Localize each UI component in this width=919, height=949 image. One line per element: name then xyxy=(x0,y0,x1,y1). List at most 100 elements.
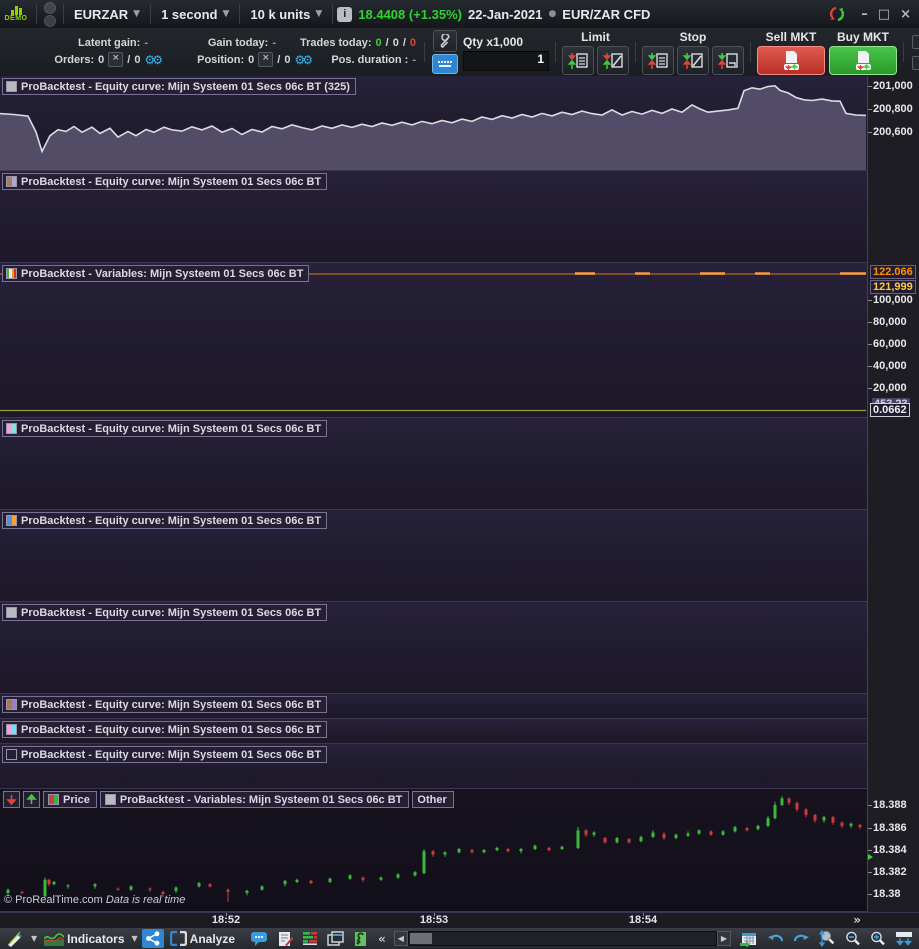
orderbook-button[interactable] xyxy=(299,929,321,948)
panel-title: ProBacktest - Equity curve: Mijn Systeem… xyxy=(21,80,350,93)
chart-settings-button[interactable] xyxy=(350,929,372,948)
axis-tick xyxy=(868,388,872,389)
divider xyxy=(150,4,152,24)
trading-toolbar: Latent gain: - Gain today: - Trades toda… xyxy=(0,28,919,77)
buy-mkt-label: Buy MKT xyxy=(837,30,889,44)
panel-title: ProBacktest - Equity curve: Mijn Systeem… xyxy=(21,422,322,435)
redo-button[interactable] xyxy=(790,929,813,948)
tab-variables[interactable]: ProBacktest - Variables: Mijn Systeem 01… xyxy=(99,791,410,808)
undo-button[interactable] xyxy=(764,929,787,948)
zoom-vertical-button[interactable] xyxy=(816,929,839,948)
qty-input[interactable]: 1 xyxy=(463,50,549,71)
trades-won: 0 xyxy=(375,37,382,49)
trailing-checkbox[interactable] xyxy=(912,34,919,49)
sell-order-icon xyxy=(784,51,799,70)
order-settings-button[interactable] xyxy=(433,30,457,52)
share-button[interactable] xyxy=(141,929,164,948)
cancel-orders-icon[interactable]: × xyxy=(108,52,124,67)
panel-tab-3[interactable]: ProBacktest - Variables: Mijn Systeem 01… xyxy=(2,265,310,282)
calendar-button[interactable] xyxy=(736,929,761,948)
sync-icon[interactable] xyxy=(827,4,847,24)
limit-order-button-2[interactable] xyxy=(597,46,629,75)
chat-button[interactable] xyxy=(247,929,271,948)
divider xyxy=(36,4,37,24)
panel-tab-7[interactable]: ProBacktest - Equity curve: Mijn Systeem… xyxy=(2,696,328,713)
tab-price[interactable]: Price xyxy=(43,791,97,808)
symbol-dropdown[interactable]: EURZAR ▼ xyxy=(68,7,146,22)
chart-area[interactable]: ProBacktest - Equity curve: Mijn Systeem… xyxy=(0,76,919,928)
timeframe-dropdown[interactable]: 1 second ▼ xyxy=(155,7,235,22)
green-up-arrow-icon xyxy=(26,794,37,804)
accounts-toggle-icon[interactable] xyxy=(41,1,59,27)
draw-tool-button[interactable] xyxy=(3,929,27,948)
chevron-down-icon: ▼ xyxy=(133,9,141,19)
bottom-toolbar: ▼ Indicators ▼ Analyze « ◀ ▶ xyxy=(0,927,919,949)
windows-button[interactable] xyxy=(324,929,347,948)
demo-label: DEMO xyxy=(4,15,28,22)
analyze-brackets-icon xyxy=(169,931,187,946)
price-axis-column[interactable]: 201,000 200,800 200,600 122.066 121,999 100,0… xyxy=(867,76,919,912)
buy-mkt-button[interactable] xyxy=(829,46,897,75)
sell-mkt-button[interactable] xyxy=(757,46,825,75)
panel-tab-5[interactable]: ProBacktest - Equity curve: Mijn Systeem… xyxy=(2,512,328,529)
panel-tab-1[interactable]: ProBacktest - Equity curve: Mijn Systeem… xyxy=(2,78,356,95)
axis-label: 0.0662 xyxy=(870,403,910,417)
minimize-button[interactable]: – xyxy=(861,7,868,22)
panel-plot[interactable] xyxy=(0,263,867,418)
panel-tab-8[interactable]: ProBacktest - Equity curve: Mijn Systeem… xyxy=(2,721,328,738)
close-button[interactable]: × xyxy=(900,7,911,22)
sell-arrow-button[interactable] xyxy=(3,791,20,808)
stop-order-button-2[interactable] xyxy=(677,46,709,75)
panel-tab-6[interactable]: ProBacktest - Equity curve: Mijn Systeem… xyxy=(2,604,328,621)
close-position-icon[interactable]: × xyxy=(258,52,274,67)
keypad-button[interactable] xyxy=(432,54,458,74)
chat-bubble-icon xyxy=(251,932,268,946)
scrollbar-track[interactable] xyxy=(407,931,717,946)
analyze-button[interactable]: Analyze xyxy=(167,929,238,948)
panel-tab-9[interactable]: ProBacktest - Equity curve: Mijn Systeem… xyxy=(2,746,328,763)
indicators-label: Indicators xyxy=(67,931,125,946)
notes-button[interactable] xyxy=(274,929,296,948)
indicators-caret[interactable]: ▼ xyxy=(131,934,139,943)
units-dropdown[interactable]: 10 k units ▼ xyxy=(244,7,328,22)
scroll-left-button[interactable]: ◀ xyxy=(393,931,408,946)
reduce-panels-button[interactable] xyxy=(892,929,916,948)
indicators-button[interactable]: Indicators xyxy=(41,929,127,948)
limit-order-button-1[interactable] xyxy=(562,46,594,75)
qty-label: Qty x1,000 xyxy=(463,34,524,49)
axis-tick xyxy=(868,322,872,323)
tab-other[interactable]: Other xyxy=(412,791,454,808)
draw-tool-caret[interactable]: ▼ xyxy=(30,934,38,943)
trade-info: Latent gain: - Gain today: - Trades toda… xyxy=(54,37,416,67)
limit-order-icon xyxy=(567,52,588,69)
zoom-out-button[interactable] xyxy=(842,929,864,948)
orders-settings-icon[interactable]: ⚙⚙ xyxy=(144,54,162,66)
axis-tick xyxy=(868,109,872,110)
scrollbar-thumb[interactable] xyxy=(409,933,432,944)
time-axis-forward-button[interactable]: » xyxy=(853,913,861,927)
time-axis[interactable]: » 18:52 18:53 18:54 xyxy=(0,912,919,928)
indicator-swatch-icon xyxy=(6,699,17,710)
zoom-in-button[interactable] xyxy=(867,929,889,948)
axis-label: 40,000 xyxy=(873,360,907,372)
copyright-note: © ProRealTime.com Data is real time xyxy=(4,894,185,906)
instrument-name: EUR/ZAR CFD xyxy=(562,6,651,22)
collapse-toolbar-button[interactable]: « xyxy=(375,932,389,946)
axis-label: 60,000 xyxy=(873,338,907,350)
panel-tab-2[interactable]: ProBacktest - Equity curve: Mijn Systeem… xyxy=(2,173,328,190)
info-icon[interactable]: i xyxy=(337,6,353,22)
stop-checkbox[interactable] xyxy=(912,55,919,70)
horizontal-scrollbar[interactable]: ◀ ▶ xyxy=(393,931,731,946)
panel-title: ProBacktest - Variables: Mijn Systeem 01… xyxy=(21,267,304,280)
stop-order-button-1[interactable] xyxy=(642,46,674,75)
panel-tab-4[interactable]: ProBacktest - Equity curve: Mijn Systeem… xyxy=(2,420,328,437)
stop-order-button-3[interactable] xyxy=(712,46,744,75)
last-price-marker xyxy=(868,854,873,860)
panel-title: ProBacktest - Equity curve: Mijn Systeem… xyxy=(21,606,322,619)
orders-count2: 0 xyxy=(134,53,141,66)
divider xyxy=(239,4,241,24)
position-settings-icon[interactable]: ⚙⚙ xyxy=(294,54,312,66)
maximize-button[interactable]: □ xyxy=(878,7,890,22)
scroll-right-button[interactable]: ▶ xyxy=(717,931,731,946)
buy-arrow-button[interactable] xyxy=(23,791,40,808)
